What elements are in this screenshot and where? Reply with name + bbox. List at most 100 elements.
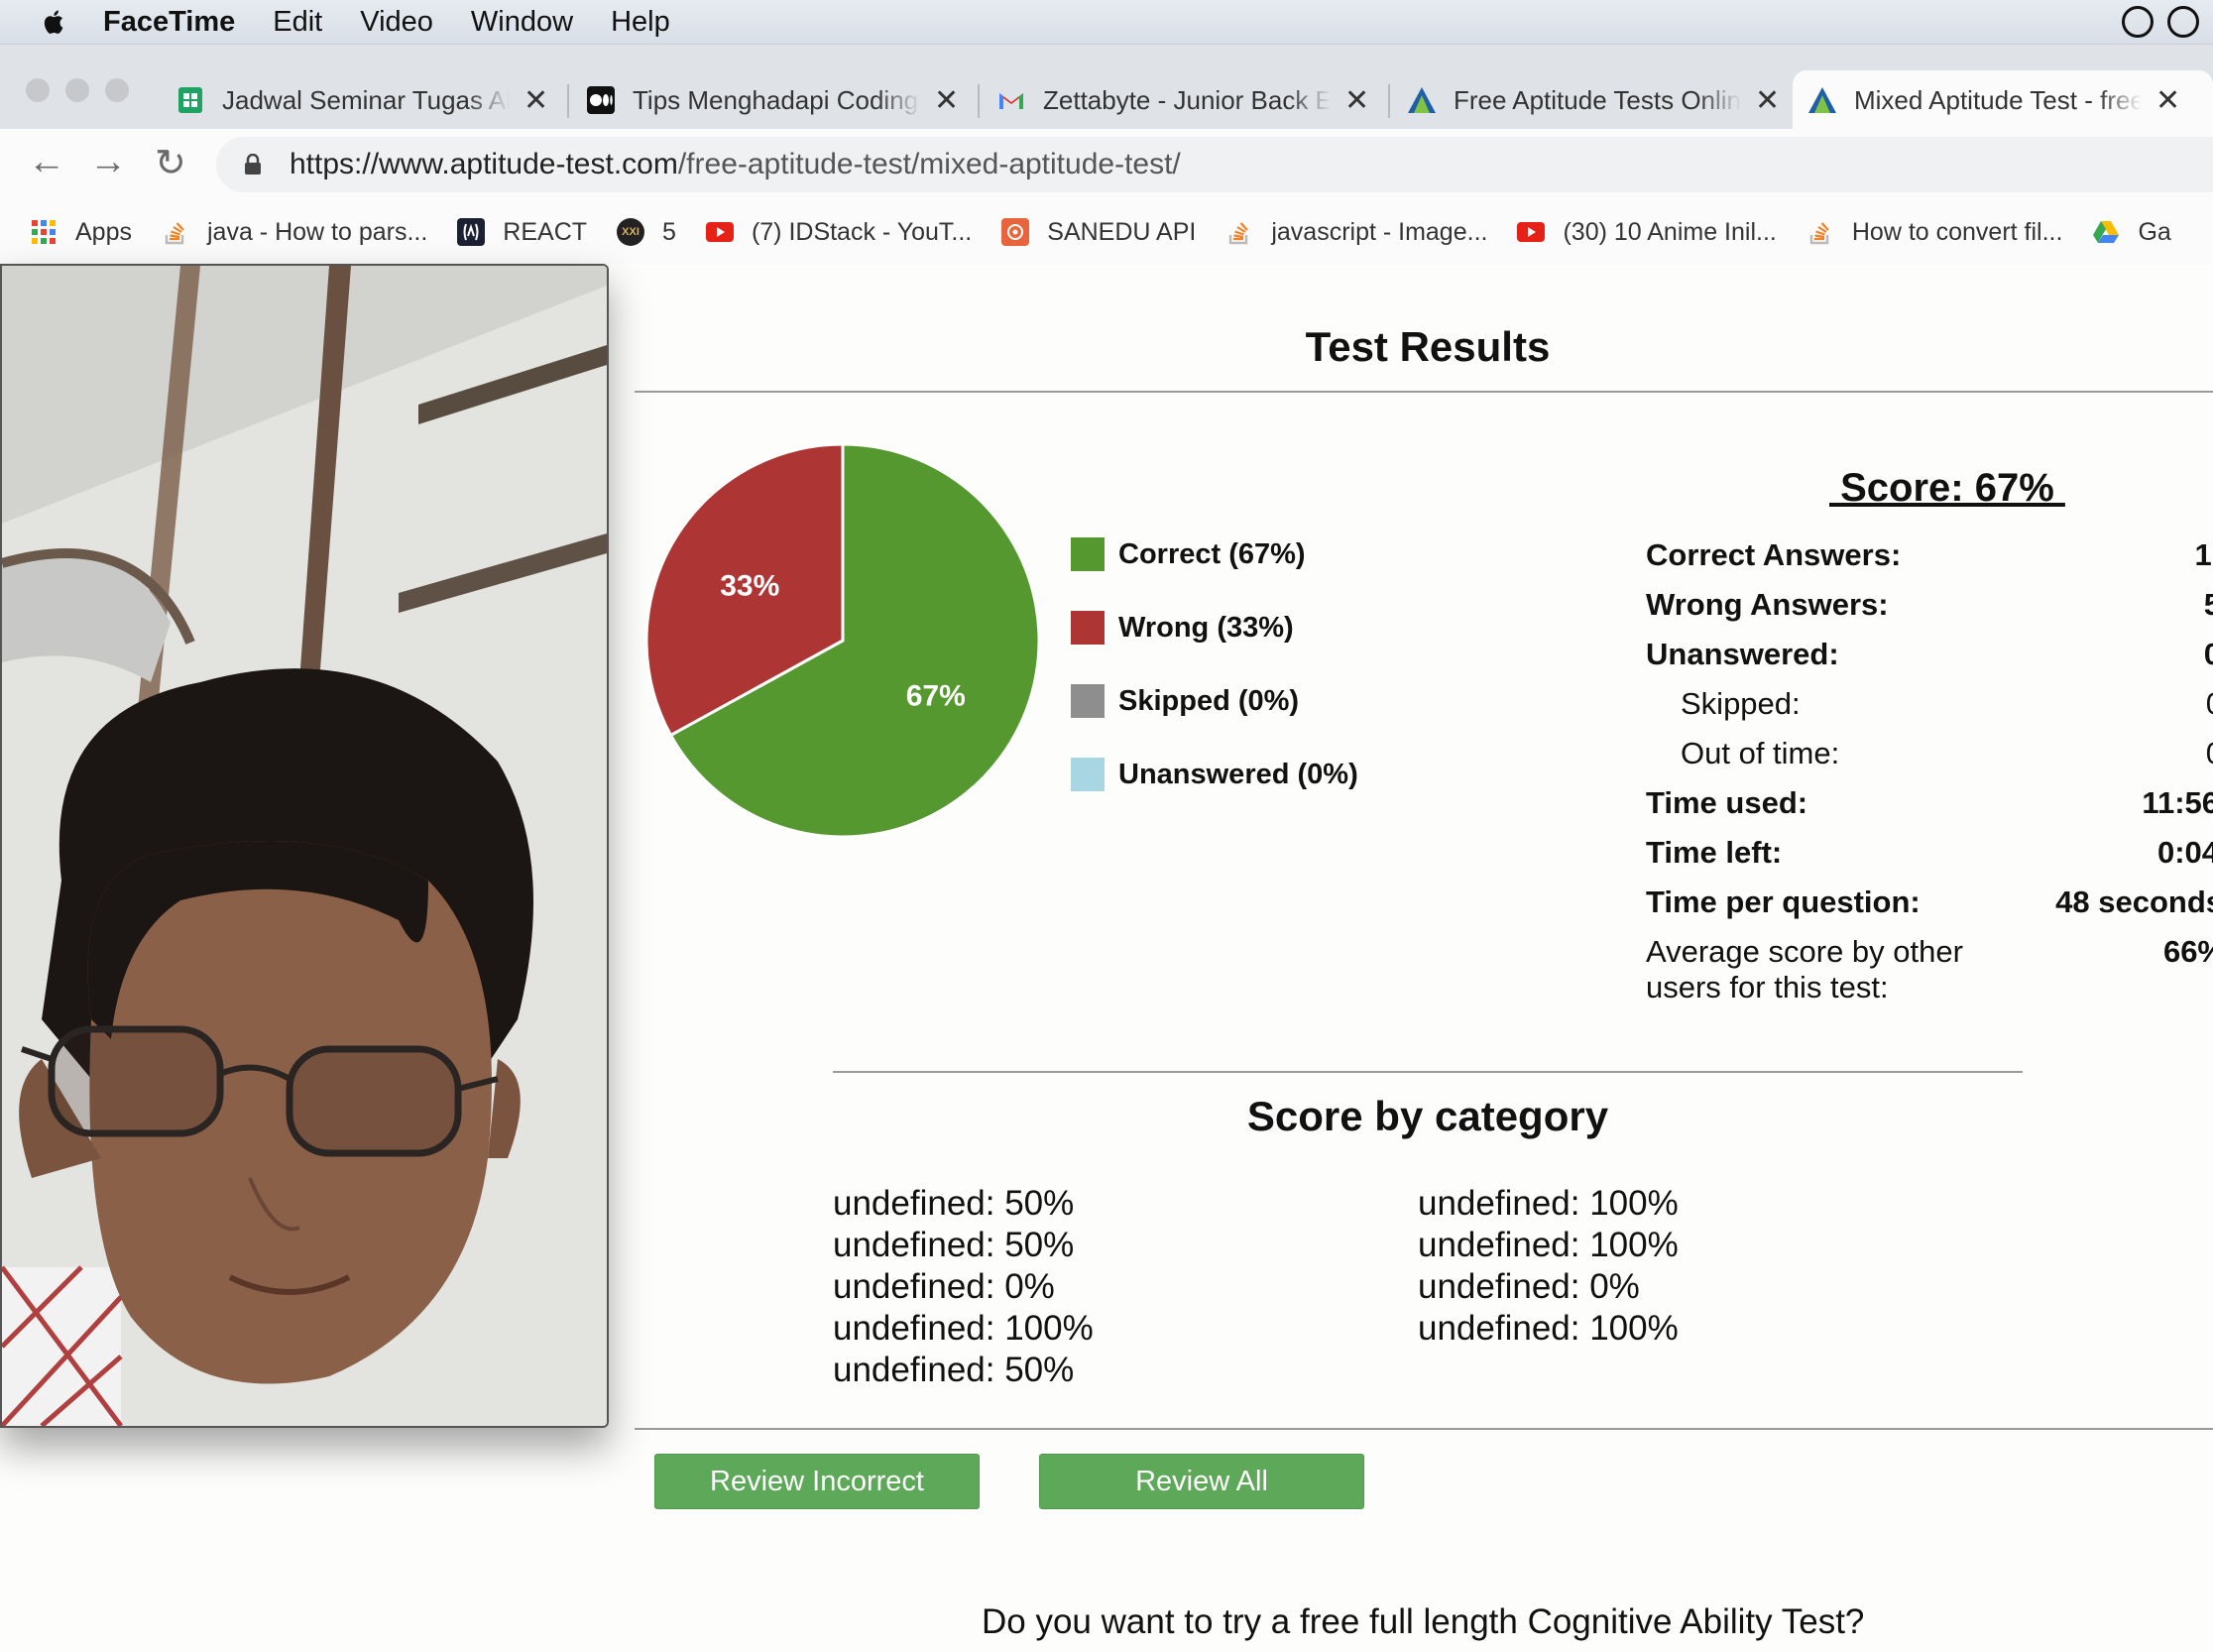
macos-menu-bar: FaceTime Edit Video Window Help xyxy=(0,0,2213,44)
address-url: https://www.aptitude-test.com/free-aptit… xyxy=(290,148,1181,181)
facetime-video-preview[interactable] xyxy=(0,264,609,1428)
window-close-dot[interactable] xyxy=(26,78,50,102)
category-item: undefined: 0% xyxy=(1418,1267,1640,1306)
bookmark-anime-youtube[interactable]: (30) 10 Anime Inil... xyxy=(1517,218,1777,247)
stat-average-score-value: 66% xyxy=(2162,934,2213,969)
back-arrow-icon[interactable]: ← xyxy=(28,141,65,183)
bookmark-xxi[interactable]: XXI 5 xyxy=(617,218,676,247)
bookmark-label: How to convert fil... xyxy=(1851,217,2063,246)
reload-icon[interactable]: ↻ xyxy=(155,141,186,185)
tab-close-icon[interactable]: ✕ xyxy=(934,83,959,118)
stat-skipped-label: Skipped: xyxy=(1681,686,1801,721)
tab-close-icon[interactable]: ✕ xyxy=(524,83,548,118)
stat-average-score-label: Average score by other users for this te… xyxy=(1646,934,1963,1004)
aptitude-icon xyxy=(1406,84,1438,116)
bookmark-label: Apps xyxy=(75,217,132,246)
status-icons xyxy=(2122,6,2213,38)
bookmark-label: (7) IDStack - YouT... xyxy=(751,217,973,246)
legend-label-wrong: Wrong (33%) xyxy=(1118,611,1294,644)
tab-title: Zettabyte - Junior Back End xyxy=(1043,84,1331,115)
bookmark-label: SANEDU API xyxy=(1047,217,1197,246)
menu-edit[interactable]: Edit xyxy=(273,6,322,39)
review-incorrect-button[interactable]: Review Incorrect xyxy=(654,1454,980,1509)
tab-free-aptitude-tests[interactable]: Free Aptitude Tests Online ✕ xyxy=(1392,70,1799,130)
medium-icon xyxy=(585,84,617,116)
status-shutter-icon[interactable] xyxy=(2122,6,2154,38)
menu-app-name[interactable]: FaceTime xyxy=(103,6,235,39)
stat-wrong-label: Wrong Answers: xyxy=(1646,587,1889,622)
status-at-icon[interactable] xyxy=(2167,6,2199,38)
bookmark-idstack-youtube[interactable]: (7) IDStack - YouT... xyxy=(705,217,973,247)
menu-video[interactable]: Video xyxy=(360,6,433,39)
bookmark-react[interactable]: REACT xyxy=(457,218,587,247)
bookmark-javascript-image[interactable]: javascript - Image... xyxy=(1225,218,1487,247)
tab-title: Tips Menghadapi Coding xyxy=(633,84,919,115)
apps-grid-icon xyxy=(30,218,58,246)
stackoverflow-icon xyxy=(162,218,189,246)
menu-help[interactable]: Help xyxy=(611,6,670,39)
url-host: https://www.aptitude-test.com xyxy=(290,148,678,180)
react-icon xyxy=(457,218,486,246)
tab-separator xyxy=(1388,84,1390,118)
stat-time-per-question-label: Time per question: xyxy=(1646,885,1921,919)
tab-separator xyxy=(978,84,980,118)
bookmark-label: Ga xyxy=(2138,217,2171,246)
score-by-category-title: Score by category xyxy=(1246,1093,1609,1139)
bookmark-sanedu-api[interactable]: SANEDU API xyxy=(1001,218,1196,247)
tab-title: Mixed Aptitude Test - free xyxy=(1854,84,2142,115)
divider xyxy=(833,1071,2023,1073)
stat-wrong-value: 5 xyxy=(2203,587,2213,622)
tab-tips-coding[interactable]: Tips Menghadapi Coding ✕ xyxy=(571,70,980,130)
bookmark-label: javascript - Image... xyxy=(1271,217,1488,246)
tab-title: Jadwal Seminar Tugas Akhir xyxy=(222,84,510,115)
page-content: Test Results 67% 33% Correct (67%) Wrong … xyxy=(0,264,2213,1652)
browser-toolbar: ← → ↻ https://www.aptitude-test.com/free… xyxy=(0,129,2213,200)
divider xyxy=(635,1428,2213,1430)
lock-icon[interactable] xyxy=(244,154,262,176)
youtube-icon xyxy=(705,222,734,242)
address-bar[interactable]: https://www.aptitude-test.com/free-aptit… xyxy=(216,137,2213,192)
category-item: undefined: 100% xyxy=(1418,1184,1679,1223)
category-item: undefined: 100% xyxy=(1418,1309,1679,1348)
tab-zettabyte[interactable]: Zettabyte - Junior Back End ✕ xyxy=(982,70,1390,130)
results-pie-chart: 67% 33% xyxy=(644,442,1041,839)
aptitude-icon xyxy=(1806,84,1838,116)
apple-logo-icon[interactable] xyxy=(40,7,69,37)
forward-arrow-icon[interactable]: → xyxy=(89,141,127,183)
stat-time-left-label: Time left: xyxy=(1646,835,1783,870)
bookmark-label: java - How to pars... xyxy=(206,217,428,246)
legend-label-skipped: Skipped (0%) xyxy=(1118,684,1300,717)
gmail-icon xyxy=(995,84,1027,116)
pie-label-correct: 67% xyxy=(906,679,966,712)
legend-skipped: Skipped (0%) xyxy=(1071,684,1299,718)
stat-time-used-value: 11:56 xyxy=(2142,785,2213,820)
camera-feed-image xyxy=(2,266,607,1426)
tab-close-icon[interactable]: ✕ xyxy=(1755,83,1780,118)
score-heading: Score: 67% xyxy=(1829,466,2065,510)
bookmark-apps[interactable]: Apps xyxy=(30,218,132,247)
stat-time-per-question-value: 48 seconds xyxy=(2055,885,2213,919)
tab-mixed-aptitude-test[interactable]: Mixed Aptitude Test - free ✕ xyxy=(1793,70,2213,130)
stat-unanswered-label: Unanswered: xyxy=(1646,637,1839,671)
window-zoom-dot[interactable] xyxy=(105,78,129,102)
window-minimize-dot[interactable] xyxy=(65,78,89,102)
legend-label-correct: Correct (67%) xyxy=(1118,537,1306,570)
google-drive-icon xyxy=(2092,218,2120,246)
tab-close-icon[interactable]: ✕ xyxy=(2155,83,2180,118)
tab-separator xyxy=(567,84,569,118)
youtube-icon xyxy=(1517,222,1546,242)
tab-jadwal-seminar[interactable]: Jadwal Seminar Tugas Akhir ✕ xyxy=(161,70,569,130)
menu-window[interactable]: Window xyxy=(471,6,573,39)
review-all-button[interactable]: Review All xyxy=(1039,1454,1364,1509)
legend-wrong: Wrong (33%) xyxy=(1071,611,1294,645)
legend-label-unanswered: Unanswered (0%) xyxy=(1118,758,1358,790)
tab-close-icon[interactable]: ✕ xyxy=(1344,83,1369,118)
bookmark-how-to-convert[interactable]: How to convert fil... xyxy=(1806,217,2063,247)
xxi-icon: XXI xyxy=(617,218,645,246)
bookmark-java-parse[interactable]: java - How to pars... xyxy=(162,218,427,247)
sanedu-icon xyxy=(1001,218,1030,246)
stat-out-of-time-value: 0 xyxy=(2206,736,2213,771)
bookmark-google-drive[interactable]: Ga xyxy=(2092,217,2171,247)
stat-out-of-time-label: Out of time: xyxy=(1681,736,1840,770)
category-item: undefined: 50% xyxy=(833,1351,1075,1389)
